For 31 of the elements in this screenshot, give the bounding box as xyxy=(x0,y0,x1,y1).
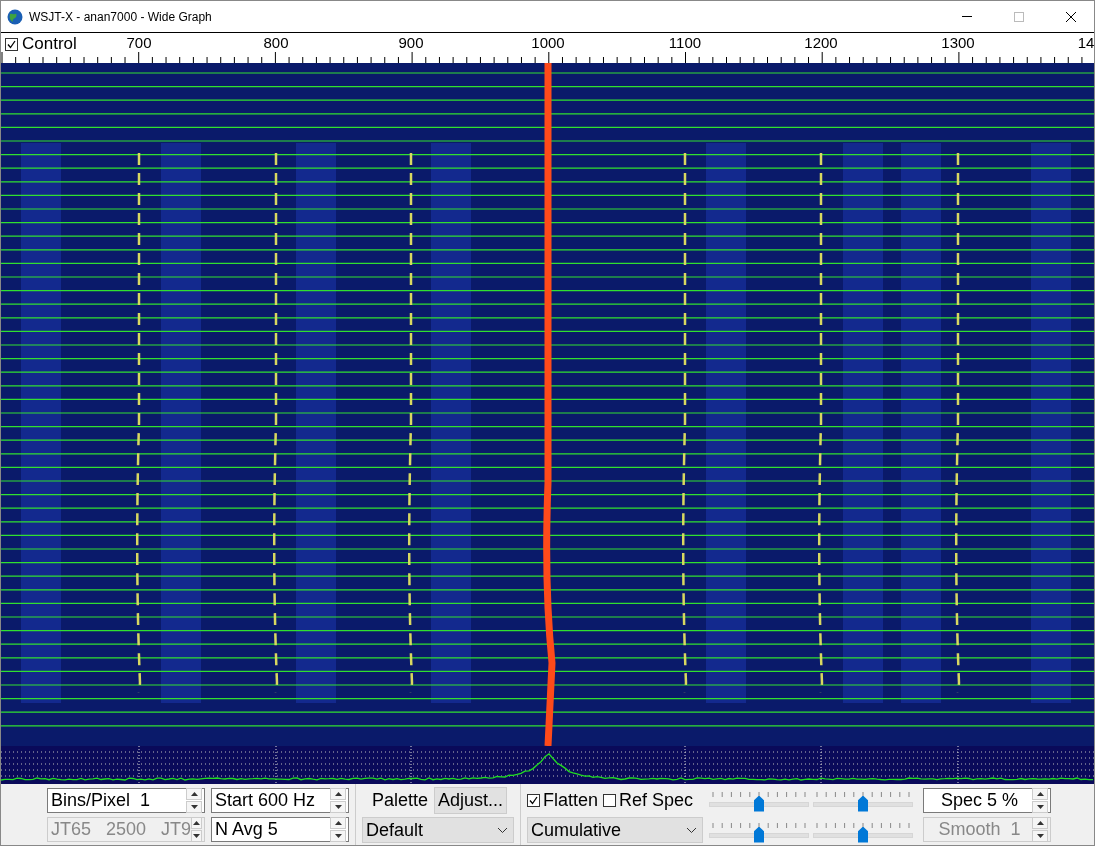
spin-box[interactable]: N Avg 5 xyxy=(211,817,349,842)
spin-box[interactable]: Bins/Pixel 1 xyxy=(47,788,205,813)
frequency-label: 800 xyxy=(263,34,289,51)
checkbox[interactable]: Flatten xyxy=(527,790,599,811)
frequency-label: 700 xyxy=(126,34,152,51)
checkbox[interactable]: Ref Spec xyxy=(603,790,694,811)
control-checkbox[interactable]: Control xyxy=(5,34,77,54)
slider-thumb[interactable] xyxy=(858,795,868,812)
spectrum-dropdown[interactable]: Cumulative xyxy=(527,817,703,843)
spin-box[interactable]: Spec 5 % xyxy=(923,788,1051,813)
slider-thumb[interactable] xyxy=(754,795,764,812)
spin-box[interactable]: Start 600 Hz xyxy=(211,788,349,813)
frequency-label: 1100 xyxy=(668,34,702,51)
frequency-label: 1200 xyxy=(804,34,838,51)
palette-dropdown[interactable]: Default xyxy=(362,817,514,843)
palette-label: Palette xyxy=(371,790,429,811)
caret-icon xyxy=(687,827,696,833)
adjust-button[interactable]: Adjust... xyxy=(434,787,508,814)
slider-thumb[interactable] xyxy=(754,826,764,843)
slider[interactable] xyxy=(709,820,809,843)
slider[interactable] xyxy=(709,789,809,812)
caret-icon xyxy=(498,827,507,833)
frequency-label: 1300 xyxy=(941,34,975,51)
slider-thumb[interactable] xyxy=(858,826,868,843)
globe-icon xyxy=(7,8,23,25)
slider[interactable] xyxy=(813,820,913,843)
window-title: WSJT-X - anan7000 - Wide Graph xyxy=(29,9,213,24)
frequency-label: 14 xyxy=(1077,34,1094,51)
slider[interactable] xyxy=(813,789,913,812)
frequency-label: 1000 xyxy=(531,34,565,51)
frequency-label: 900 xyxy=(398,34,424,51)
